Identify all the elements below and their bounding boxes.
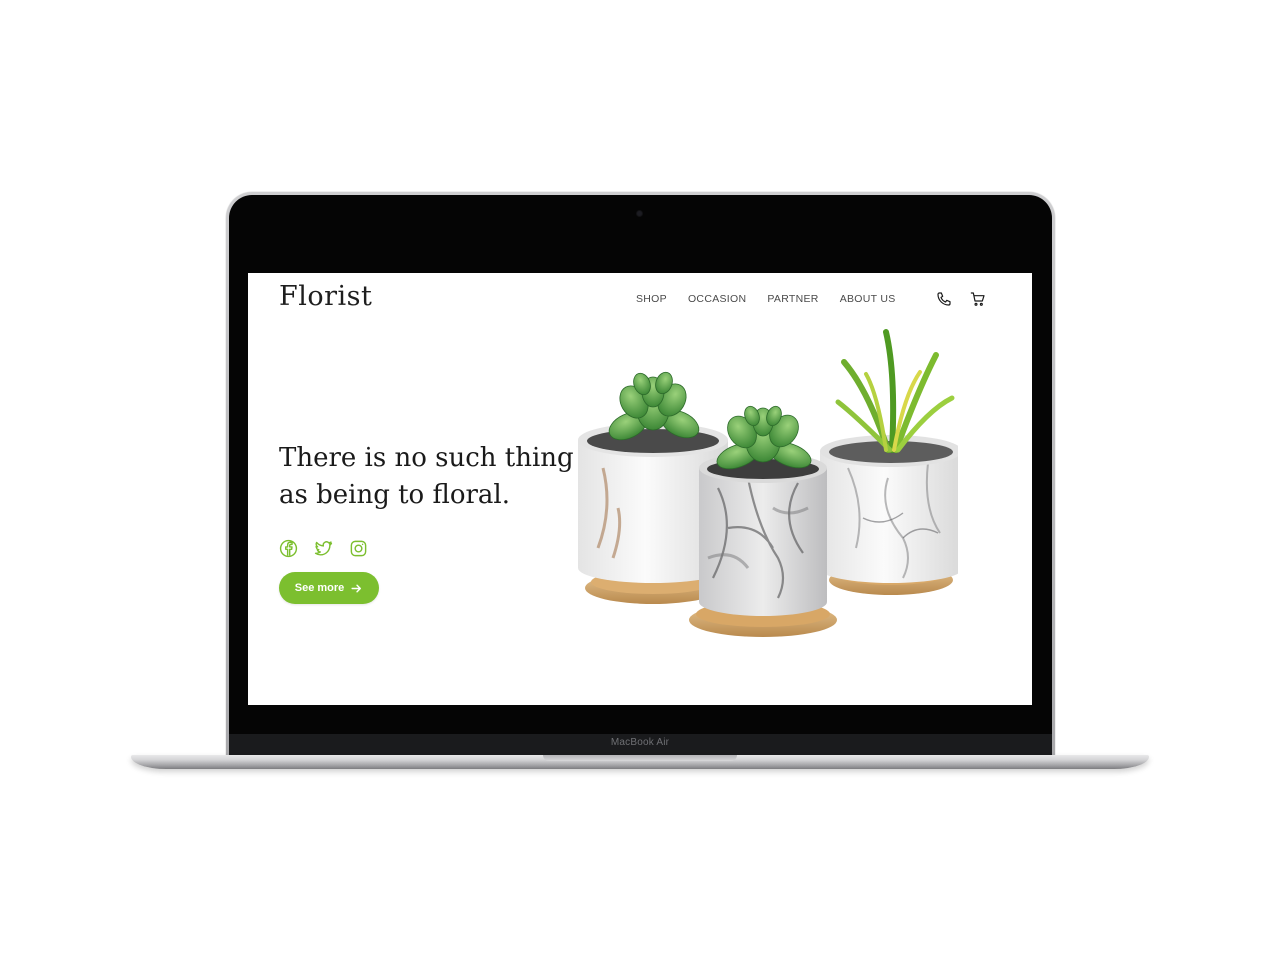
succulent-pots-image: [578, 329, 958, 637]
hero-title: There is no such thing as being to flora…: [279, 440, 579, 514]
nav-partner[interactable]: PARTNER: [767, 293, 818, 305]
see-more-button[interactable]: See more: [279, 572, 379, 604]
nav-shop[interactable]: SHOP: [636, 293, 667, 305]
main-nav: SHOP OCCASION PARTNER ABOUT US: [636, 293, 917, 305]
model-label: MacBook Air: [610, 737, 670, 748]
nav-about-us[interactable]: ABOUT US: [840, 293, 896, 305]
social-links: [279, 539, 368, 558]
instagram-icon[interactable]: [349, 539, 368, 558]
arrow-right-icon: [350, 582, 363, 595]
see-more-label: See more: [294, 582, 345, 594]
lid-notch: [543, 755, 737, 761]
pot-right: [820, 329, 958, 595]
twitter-icon[interactable]: [314, 539, 333, 558]
nav-occasion[interactable]: OCCASION: [688, 293, 746, 305]
facebook-icon[interactable]: [279, 539, 298, 558]
cart-icon[interactable]: [970, 291, 986, 307]
phone-icon[interactable]: [936, 291, 952, 307]
hero-title-line-2: as being to floral.: [279, 480, 510, 510]
webcam-icon: [637, 211, 642, 216]
site-logo[interactable]: Florist: [279, 281, 372, 312]
hero-title-line-1: There is no such thing: [279, 443, 574, 473]
website-screen: Florist SHOP OCCASION PARTNER ABOUT US T…: [248, 273, 1032, 705]
